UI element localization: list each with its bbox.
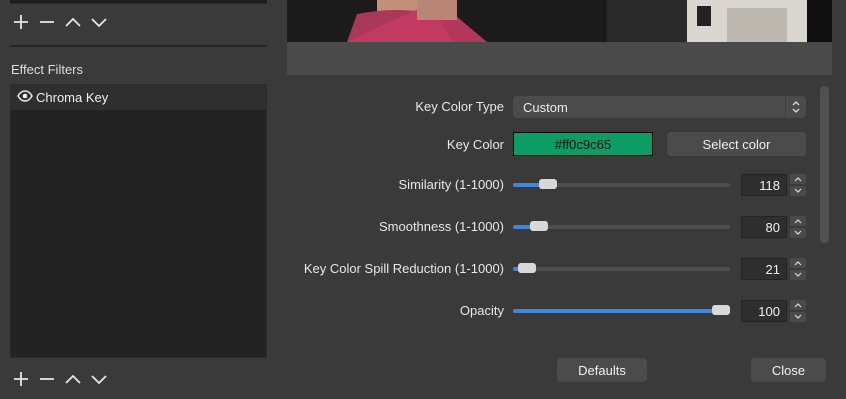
- chevron-down-icon[interactable]: [790, 186, 806, 196]
- move-down-icon[interactable]: [90, 370, 108, 388]
- smoothness-slider-handle[interactable]: [530, 221, 549, 231]
- sources-list-edge: [10, 0, 267, 4]
- similarity-input[interactable]: 118: [741, 174, 787, 196]
- properties-scrollbar[interactable]: [820, 86, 829, 243]
- filter-label: Chroma Key: [36, 90, 109, 105]
- similarity-slider-handle[interactable]: [538, 179, 557, 189]
- chevron-down-icon[interactable]: [790, 312, 806, 322]
- similarity-label: Similarity (1-1000): [398, 177, 504, 192]
- filters-toolbar: [12, 370, 108, 388]
- remove-icon[interactable]: [38, 370, 56, 388]
- add-icon[interactable]: [12, 370, 30, 388]
- smoothness-slider[interactable]: [513, 221, 730, 231]
- opacity-label: Opacity: [459, 303, 504, 318]
- spill-slider[interactable]: [513, 263, 730, 273]
- filter-list[interactable]: Chroma Key: [10, 84, 267, 358]
- key-color-type-label: Key Color Type: [415, 99, 504, 114]
- video-preview: [287, 0, 832, 42]
- spill-input[interactable]: 21: [741, 258, 787, 280]
- chevron-up-icon[interactable]: [790, 300, 806, 310]
- opacity-stepper[interactable]: [790, 300, 806, 322]
- key-color-type-select[interactable]: Custom: [513, 96, 806, 118]
- defaults-button[interactable]: Defaults: [557, 358, 647, 382]
- move-up-icon[interactable]: [64, 370, 82, 388]
- eye-icon[interactable]: [17, 90, 33, 105]
- preview-image: [287, 0, 832, 42]
- move-down-icon[interactable]: [90, 13, 108, 31]
- key-color-swatch: #ff0c9c65: [513, 132, 653, 156]
- opacity-slider-handle[interactable]: [712, 305, 730, 315]
- select-color-button[interactable]: Select color: [667, 132, 806, 156]
- chevron-up-icon[interactable]: [790, 216, 806, 226]
- spill-slider-handle[interactable]: [517, 263, 536, 273]
- key-color-type-value: Custom: [523, 99, 568, 115]
- key-color-label: Key Color: [446, 137, 504, 152]
- preview-footer: [287, 42, 832, 75]
- move-up-icon[interactable]: [64, 13, 82, 31]
- similarity-slider[interactable]: [513, 179, 730, 189]
- top-toolbar: [12, 13, 108, 31]
- chevron-up-icon[interactable]: [790, 258, 806, 268]
- spill-label: Key Color Spill Reduction (1-1000): [303, 261, 504, 276]
- chevron-down-icon[interactable]: [790, 228, 806, 238]
- chevron-up-icon[interactable]: [790, 174, 806, 184]
- smoothness-label: Smoothness (1-1000): [378, 219, 504, 234]
- smoothness-input[interactable]: 80: [741, 216, 787, 238]
- section-title: Effect Filters: [11, 62, 84, 77]
- opacity-slider-fill: [513, 309, 721, 313]
- opacity-slider[interactable]: [513, 305, 730, 315]
- similarity-stepper[interactable]: [790, 174, 806, 196]
- list-item[interactable]: Chroma Key: [11, 85, 266, 110]
- remove-icon[interactable]: [38, 13, 56, 31]
- close-button[interactable]: Close: [751, 358, 826, 382]
- smoothness-stepper[interactable]: [790, 216, 806, 238]
- divider: [10, 45, 267, 47]
- add-icon[interactable]: [12, 13, 30, 31]
- opacity-input[interactable]: 100: [741, 300, 787, 322]
- spill-stepper[interactable]: [790, 258, 806, 280]
- chevron-updown-icon: [785, 96, 806, 118]
- chevron-down-icon[interactable]: [790, 270, 806, 280]
